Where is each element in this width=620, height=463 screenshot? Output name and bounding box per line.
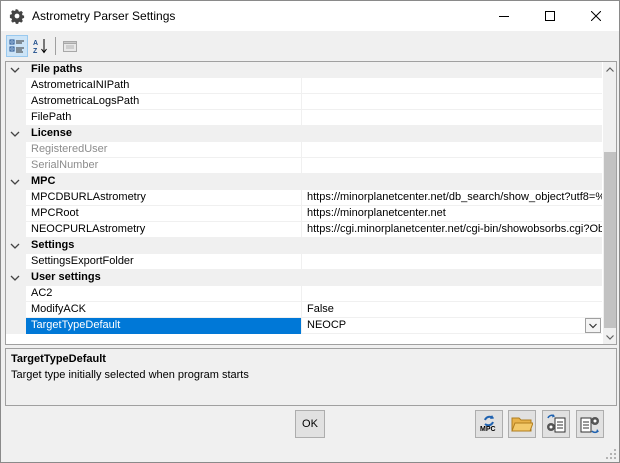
category-label: License: [31, 127, 72, 139]
property-name: SerialNumber: [26, 158, 302, 174]
minimize-button[interactable]: [481, 1, 527, 31]
status-bar: [1, 443, 619, 462]
category-label: Settings: [31, 239, 75, 251]
category-settings[interactable]: Settings: [6, 238, 602, 254]
property-value[interactable]: [303, 110, 602, 126]
collapse-icon[interactable]: [10, 129, 20, 139]
collapse-icon[interactable]: [10, 177, 20, 187]
property-pages-button[interactable]: [59, 35, 81, 57]
svg-text:Z: Z: [33, 48, 38, 54]
maximize-button[interactable]: [527, 1, 573, 31]
mpc-refresh-icon: MPC: [477, 412, 501, 436]
property-name: RegisteredUser: [26, 142, 302, 158]
property-name: ModifyACK: [26, 302, 302, 318]
collapse-icon[interactable]: [10, 273, 20, 283]
property-name: AC2: [26, 286, 302, 302]
property-value-dropdown[interactable]: NEOCP: [303, 318, 602, 334]
property-row[interactable]: NEOCPURLAstrometry https://cgi.minorplan…: [6, 222, 602, 238]
scrollbar-thumb[interactable]: [604, 152, 616, 328]
property-row[interactable]: SettingsExportFolder: [6, 254, 602, 270]
export-settings-button[interactable]: [576, 410, 604, 438]
minimize-icon: [499, 16, 509, 17]
description-text: Target type initially selected when prog…: [11, 369, 249, 381]
settings-window: Astrometry Parser Settings A Z File path…: [0, 0, 620, 463]
export-settings-icon: [580, 417, 599, 434]
property-name: SettingsExportFolder: [26, 254, 302, 270]
property-name: NEOCPURLAstrometry: [26, 222, 302, 238]
window-title: Astrometry Parser Settings: [32, 9, 176, 23]
dropdown-button[interactable]: [585, 318, 601, 333]
categorized-view-button[interactable]: [6, 35, 28, 57]
open-folder-button[interactable]: [508, 410, 536, 438]
property-pages-icon: [63, 41, 77, 52]
property-row[interactable]: FilePath: [6, 110, 602, 126]
property-grid-toolbar: A Z: [1, 32, 619, 60]
description-panel: TargetTypeDefault Target type initially …: [5, 348, 617, 406]
property-grid[interactable]: File paths AstrometricaINIPath Astrometr…: [5, 61, 617, 345]
mpc-label: MPC: [480, 426, 496, 433]
property-value[interactable]: [303, 254, 602, 270]
property-grid-rows: File paths AstrometricaINIPath Astrometr…: [6, 62, 602, 334]
collapse-icon[interactable]: [10, 65, 20, 75]
scroll-down-button[interactable]: [603, 330, 616, 344]
property-name: MPCRoot: [26, 206, 302, 222]
mpc-refresh-button[interactable]: MPC: [475, 410, 503, 438]
category-file-paths[interactable]: File paths: [6, 62, 602, 78]
property-value: [303, 158, 602, 174]
category-label: User settings: [31, 271, 101, 283]
svg-text:A: A: [33, 40, 38, 47]
maximize-icon: [545, 11, 555, 21]
property-value[interactable]: [303, 78, 602, 94]
property-row[interactable]: AstrometricaINIPath: [6, 78, 602, 94]
vertical-scrollbar[interactable]: [603, 62, 616, 344]
chevron-up-icon: [606, 66, 614, 72]
property-name: TargetTypeDefault: [26, 318, 302, 334]
gear-icon: [9, 8, 25, 24]
category-label: File paths: [31, 63, 83, 75]
description-title: TargetTypeDefault: [11, 353, 106, 365]
collapse-icon[interactable]: [10, 241, 20, 251]
property-row[interactable]: AC2: [6, 286, 602, 302]
category-label: MPC: [31, 175, 56, 187]
property-row[interactable]: MPCRoot https://minorplanetcenter.net: [6, 206, 602, 222]
property-value[interactable]: [303, 286, 602, 302]
property-row[interactable]: MPCDBURLAstrometry https://minorplanetce…: [6, 190, 602, 206]
property-value[interactable]: https://minorplanetcenter.net: [303, 206, 602, 222]
close-icon: [591, 11, 601, 21]
import-settings-button[interactable]: [542, 410, 570, 438]
property-value[interactable]: https://cgi.minorplanetcenter.net/cgi-bi…: [303, 222, 602, 238]
category-license[interactable]: License: [6, 126, 602, 142]
folder-icon: [511, 417, 533, 432]
property-name: MPCDBURLAstrometry: [26, 190, 302, 206]
property-row[interactable]: ModifyACK False: [6, 302, 602, 318]
scroll-up-button[interactable]: [603, 62, 616, 76]
alphabetical-sort-button[interactable]: A Z: [30, 35, 52, 57]
property-row[interactable]: SerialNumber: [6, 158, 602, 174]
property-row[interactable]: AstrometricaLogsPath: [6, 94, 602, 110]
property-name: FilePath: [26, 110, 302, 126]
toolbar-separator: [55, 37, 56, 55]
category-user-settings[interactable]: User settings: [6, 270, 602, 286]
property-value[interactable]: False: [303, 302, 602, 318]
property-value[interactable]: https://minorplanetcenter.net/db_search/…: [303, 190, 602, 206]
close-button[interactable]: [573, 1, 619, 31]
resize-grip-icon[interactable]: [605, 448, 617, 460]
chevron-down-icon: [606, 334, 614, 340]
title-bar: Astrometry Parser Settings: [1, 1, 619, 31]
sort-az-icon: A Z: [33, 39, 47, 54]
property-name: AstrometricaINIPath: [26, 78, 302, 94]
property-value: [303, 142, 602, 158]
property-name: AstrometricaLogsPath: [26, 94, 302, 110]
chevron-down-icon: [589, 323, 597, 328]
ok-button[interactable]: OK: [295, 410, 325, 438]
categorized-view-icon: [9, 39, 24, 53]
property-row-selected[interactable]: TargetTypeDefault NEOCP: [6, 318, 602, 334]
import-settings-icon: [547, 414, 566, 433]
property-row[interactable]: RegisteredUser: [6, 142, 602, 158]
property-value[interactable]: [303, 94, 602, 110]
category-mpc[interactable]: MPC: [6, 174, 602, 190]
